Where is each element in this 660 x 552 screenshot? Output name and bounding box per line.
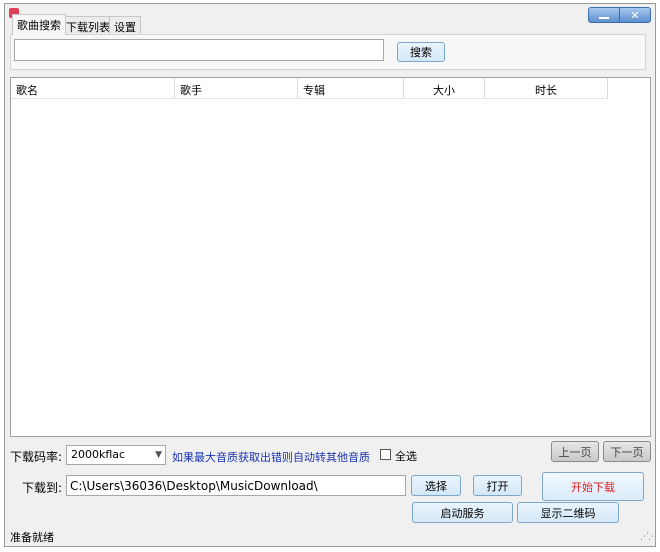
minimize-icon: [599, 17, 609, 19]
start-download-button[interactable]: 开始下载: [542, 472, 644, 501]
column-header-size[interactable]: 大小: [404, 78, 485, 99]
bitrate-value: 2000kflac: [71, 448, 126, 461]
column-header-artist[interactable]: 歌手: [175, 78, 298, 99]
resize-grip-icon[interactable]: ⋰⋰: [640, 532, 657, 542]
bitrate-label: 下载码率:: [10, 450, 63, 464]
status-text: 准备就绪: [10, 531, 54, 544]
search-button[interactable]: 搜索: [397, 42, 445, 62]
close-icon: ✕: [630, 8, 640, 22]
chevron-down-icon: ▼: [155, 450, 162, 460]
next-page-button[interactable]: 下一页: [603, 441, 651, 462]
bitrate-select[interactable]: 2000kflac ▼: [66, 445, 166, 465]
download-to-label: 下载到:: [22, 481, 63, 495]
tab-settings[interactable]: 设置: [109, 16, 141, 34]
choose-folder-button[interactable]: 选择: [411, 475, 461, 496]
start-service-button[interactable]: 启动服务: [412, 502, 513, 523]
open-folder-button[interactable]: 打开: [473, 475, 522, 496]
results-table: 歌名 歌手 专辑 大小 时长: [10, 77, 651, 437]
select-all-checkbox[interactable]: [380, 449, 391, 460]
bitrate-hint: 如果最大音质获取出错则自动转其他音质: [172, 451, 370, 464]
tab-song-search[interactable]: 歌曲搜索: [12, 14, 66, 35]
search-input[interactable]: [14, 39, 384, 61]
minimize-button[interactable]: [588, 7, 620, 23]
tab-download-list[interactable]: 下载列表: [61, 16, 115, 34]
column-header-song[interactable]: 歌名: [11, 78, 175, 99]
column-header-album[interactable]: 专辑: [298, 78, 404, 99]
show-qr-code-button[interactable]: 显示二维码: [517, 502, 619, 523]
close-button[interactable]: ✕: [619, 7, 651, 23]
prev-page-button[interactable]: 上一页: [551, 441, 599, 462]
download-path-input[interactable]: [66, 475, 406, 496]
column-header-duration[interactable]: 时长: [485, 78, 608, 99]
select-all-label[interactable]: 全选: [395, 448, 417, 464]
